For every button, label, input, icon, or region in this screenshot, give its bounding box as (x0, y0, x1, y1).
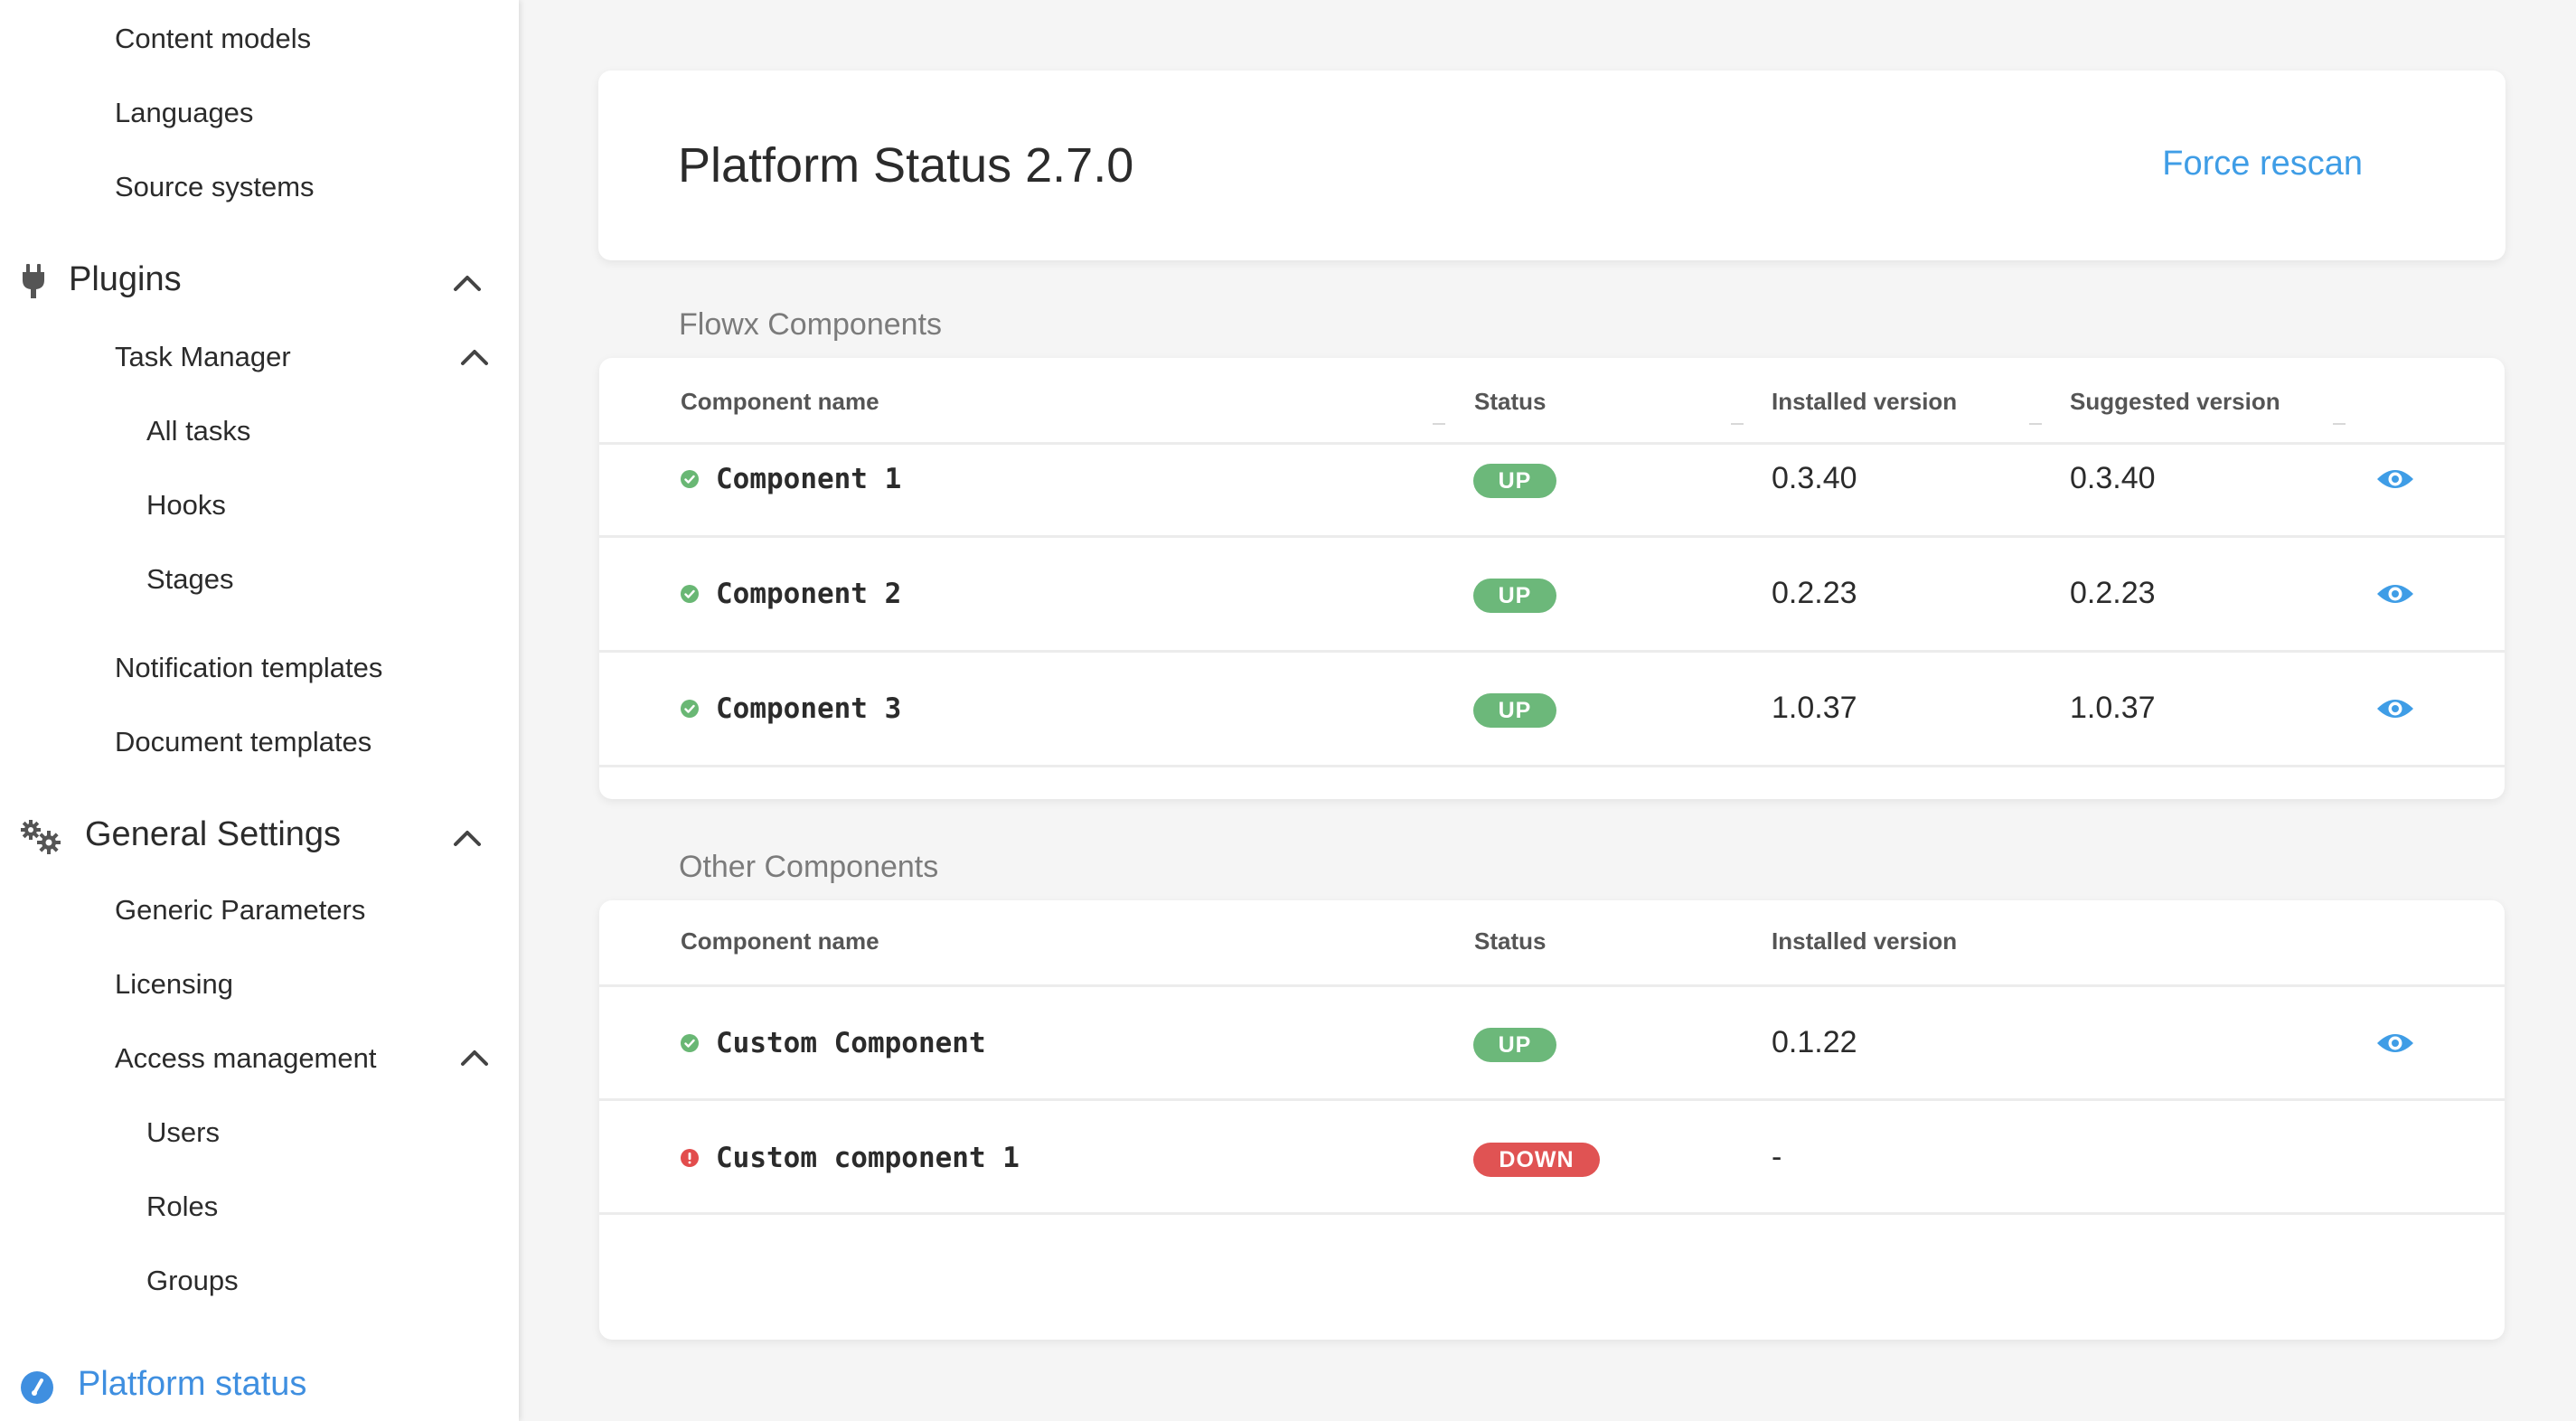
installed-version: 0.1.22 (1772, 1025, 1857, 1059)
divider (599, 1098, 2505, 1101)
check-circle-icon (681, 470, 699, 488)
sidebar: Content models Languages Source systems … (0, 0, 519, 1421)
divider (599, 650, 2505, 653)
eye-icon[interactable] (2375, 466, 2415, 493)
installed-version: 0.2.23 (1772, 576, 1857, 610)
check-circle-icon (681, 1034, 699, 1052)
suggested-version: 1.0.37 (2070, 691, 2156, 725)
sidebar-group-general-settings[interactable]: General Settings (0, 808, 506, 862)
chevron-up-icon[interactable] (452, 828, 483, 848)
sidebar-item-platform-status[interactable]: Platform status (0, 1356, 506, 1419)
component-name: Component 3 (716, 692, 902, 725)
eye-icon[interactable] (2375, 695, 2415, 722)
divider (599, 1212, 2505, 1215)
component-name: Custom component 1 (716, 1142, 1020, 1174)
status-badge: DOWN (1473, 1143, 1600, 1177)
platform-status-header: Platform Status 2.7.0 Force rescan (598, 71, 2505, 260)
column-header-installed-version: Installed version (1772, 388, 1958, 415)
sidebar-group-label: Plugins (69, 260, 182, 298)
sidebar-group-plugins[interactable]: Plugins (0, 255, 506, 309)
component-name: Component 1 (716, 463, 902, 495)
flowx-components-table: Component name Status Installed version … (599, 358, 2505, 799)
installed-version: 0.3.40 (1772, 461, 1857, 495)
page-title: Platform Status 2.7.0 (678, 138, 1134, 193)
sidebar-item-stages[interactable]: Stages (146, 563, 234, 596)
sidebar-item-source-systems[interactable]: Source systems (115, 171, 315, 203)
status-badge: UP (1473, 1028, 1556, 1062)
plug-icon (20, 264, 47, 303)
chevron-up-icon[interactable] (452, 273, 483, 293)
sidebar-item-groups[interactable]: Groups (146, 1265, 239, 1297)
status-badge: UP (1473, 693, 1556, 728)
sidebar-item-all-tasks[interactable]: All tasks (146, 415, 250, 447)
sidebar-item-users[interactable]: Users (146, 1116, 220, 1149)
gears-icon (20, 819, 61, 860)
chevron-up-icon[interactable] (459, 347, 490, 367)
installed-version: 1.0.37 (1772, 691, 1857, 725)
chevron-up-icon[interactable] (459, 1048, 490, 1068)
column-resize-handle[interactable] (2029, 423, 2042, 425)
status-badge: UP (1473, 464, 1556, 498)
sidebar-item-roles[interactable]: Roles (146, 1190, 218, 1223)
divider (599, 765, 2505, 767)
column-header-status: Status (1474, 388, 1547, 415)
suggested-version: 0.2.23 (2070, 576, 2156, 610)
check-circle-icon (681, 585, 699, 603)
column-resize-handle[interactable] (1433, 423, 1445, 425)
column-header-component-name: Component name (681, 927, 879, 955)
divider (599, 442, 2505, 445)
sidebar-item-generic-parameters[interactable]: Generic Parameters (115, 894, 365, 927)
gauge-icon (20, 1370, 54, 1409)
force-rescan-button[interactable]: Force rescan (2162, 145, 2363, 184)
sidebar-group-label: General Settings (85, 815, 342, 853)
error-circle-icon (681, 1149, 699, 1167)
divider (599, 984, 2505, 987)
sidebar-item-content-models[interactable]: Content models (115, 23, 311, 55)
column-resize-handle[interactable] (2333, 423, 2346, 425)
component-name: Component 2 (716, 578, 902, 610)
suggested-version: 0.3.40 (2070, 461, 2156, 495)
eye-icon[interactable] (2375, 1030, 2415, 1057)
other-components-table: Component name Status Installed version … (599, 900, 2505, 1340)
sidebar-item-licensing[interactable]: Licensing (115, 968, 233, 1001)
sidebar-item-task-manager[interactable]: Task Manager (115, 341, 291, 373)
sidebar-item-label: Platform status (78, 1365, 307, 1403)
sidebar-item-document-templates[interactable]: Document templates (115, 726, 371, 758)
status-badge: UP (1473, 579, 1556, 613)
column-header-component-name: Component name (681, 388, 879, 415)
column-resize-handle[interactable] (1731, 423, 1744, 425)
sidebar-item-hooks[interactable]: Hooks (146, 489, 226, 522)
section-title-other: Other Components (679, 850, 939, 884)
sidebar-item-access-management[interactable]: Access management (115, 1042, 376, 1075)
column-header-suggested-version: Suggested version (2070, 388, 2280, 415)
column-header-installed-version: Installed version (1772, 927, 1958, 955)
component-name: Custom Component (716, 1027, 986, 1059)
sidebar-item-notification-templates[interactable]: Notification templates (115, 652, 382, 684)
divider (599, 535, 2505, 538)
eye-icon[interactable] (2375, 580, 2415, 607)
sidebar-item-languages[interactable]: Languages (115, 97, 253, 129)
check-circle-icon (681, 700, 699, 718)
section-title-flowx: Flowx Components (679, 307, 943, 342)
column-header-status: Status (1474, 927, 1547, 955)
installed-version: - (1772, 1140, 1782, 1174)
